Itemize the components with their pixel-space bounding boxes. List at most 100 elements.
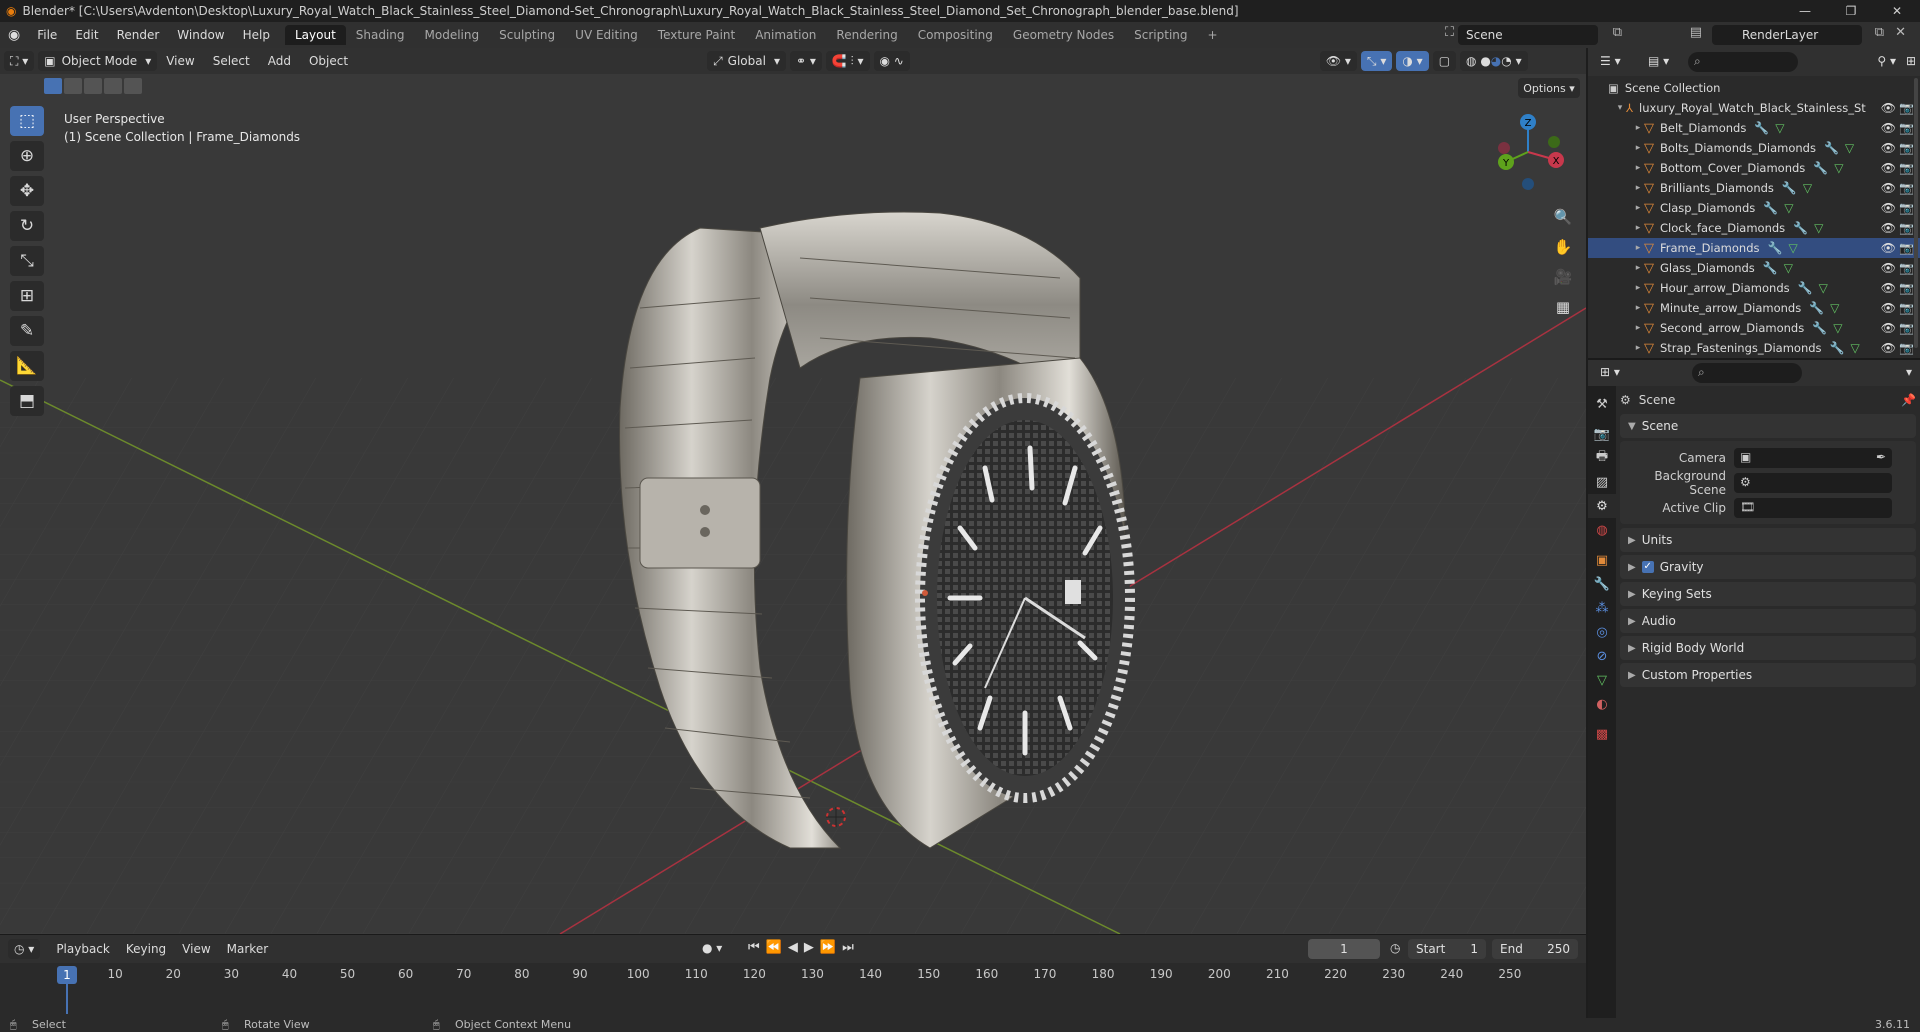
scene-field[interactable]: Scene xyxy=(1458,25,1598,45)
render-camera-icon[interactable]: 📷 xyxy=(1899,341,1914,355)
timeline-editor-type-button[interactable]: ◷ ▾ xyxy=(8,939,41,959)
new-scene-icon[interactable]: ⧉ xyxy=(1613,25,1622,40)
close-icon[interactable]: ✕ xyxy=(1874,0,1920,22)
zoom-view-icon[interactable]: 🔍 xyxy=(1550,204,1576,230)
mesh-data-icon[interactable]: ▽ xyxy=(1775,121,1784,135)
render-camera-icon[interactable]: 📷 xyxy=(1899,221,1914,235)
visibility-eye-icon[interactable]: 👁 xyxy=(1881,281,1896,295)
modifier-icon[interactable]: 🔧 xyxy=(1782,181,1797,195)
new-collection-icon[interactable]: ⊞ xyxy=(1906,54,1916,68)
expand-icon[interactable]: ▸ xyxy=(1632,123,1644,133)
scene-selector-icon[interactable]: ⛶ xyxy=(1445,25,1454,40)
visibility-eye-icon[interactable]: 👁 xyxy=(1881,101,1896,115)
render-camera-icon[interactable]: 📷 xyxy=(1899,321,1914,335)
remove-view-layer-icon[interactable]: ✕ xyxy=(1895,25,1906,40)
mesh-data-icon[interactable]: ▽ xyxy=(1834,161,1843,175)
menu-edit[interactable]: Edit xyxy=(66,28,107,42)
visibility-eye-icon[interactable]: 👁 xyxy=(1881,201,1896,215)
pan-view-icon[interactable]: ✋ xyxy=(1550,234,1576,260)
active-clip-field[interactable]: 🎞 xyxy=(1734,497,1892,518)
outliner-item[interactable]: ▸ ▽ Clasp_Diamonds 🔧 ▽ 👁 📷 xyxy=(1588,198,1920,218)
outliner-item[interactable]: ▸ ▽ Strap_Fastenings_Diamonds 🔧 ▽ 👁 📷 xyxy=(1588,338,1920,358)
tab-shading[interactable]: Shading xyxy=(346,25,415,45)
overlay-toggle[interactable]: ◑ ▾ xyxy=(1396,51,1429,71)
maximize-icon[interactable]: ❐ xyxy=(1828,0,1874,22)
transform-tool-icon[interactable]: ⊞ xyxy=(10,281,44,311)
visibility-dropdown[interactable]: 👁 ▾ xyxy=(1319,51,1357,71)
tab-rendering[interactable]: Rendering xyxy=(826,25,907,45)
tab-layout[interactable]: Layout xyxy=(284,25,346,45)
modifier-icon[interactable]: 🔧 xyxy=(1763,201,1778,215)
panel-scene-header[interactable]: ▼ Scene xyxy=(1620,414,1916,438)
outliner-item[interactable]: ▸ ▽ Bottom_Cover_Diamonds 🔧 ▽ 👁 📷 xyxy=(1588,158,1920,178)
shading-modes[interactable]: ◍ ● ◕ ◔ ▾ xyxy=(1460,51,1528,71)
render-camera-icon[interactable]: 📷 xyxy=(1899,101,1914,115)
chevron-down-icon[interactable]: ▾ xyxy=(1906,365,1912,379)
render-camera-icon[interactable]: 📷 xyxy=(1899,201,1914,215)
menu-window[interactable]: Window xyxy=(168,28,233,42)
add-workspace-icon[interactable]: + xyxy=(1198,25,1228,45)
menu-playback[interactable]: Playback xyxy=(48,942,118,956)
material-tab-icon[interactable]: ◐ xyxy=(1588,692,1616,716)
outliner-collection-row[interactable]: ▾ ⅄ luxury_Royal_Watch_Black_Stainless_S… xyxy=(1588,98,1920,118)
new-view-layer-icon[interactable]: ⧉ xyxy=(1875,25,1884,40)
render-camera-icon[interactable]: 📷 xyxy=(1899,121,1914,135)
panel-keying-sets-header[interactable]: ▶ Keying Sets xyxy=(1620,582,1916,606)
camera-view-icon[interactable]: 🎥 xyxy=(1550,264,1576,290)
panel-audio-header[interactable]: ▶ Audio xyxy=(1620,609,1916,633)
editor-type-button[interactable]: ⛶ ▾ xyxy=(4,51,35,71)
expand-icon[interactable]: ▸ xyxy=(1632,343,1644,353)
particles-tab-icon[interactable]: ⁂ xyxy=(1588,596,1616,620)
visibility-eye-icon[interactable]: 👁 xyxy=(1881,121,1896,135)
expand-icon[interactable]: ▸ xyxy=(1632,203,1644,213)
filter-icon[interactable]: ⚲ ▾ xyxy=(1877,54,1896,68)
pin-icon[interactable]: 📌 xyxy=(1901,393,1916,407)
constraints-tab-icon[interactable]: ⊘ xyxy=(1588,644,1616,668)
view-layer-tab-icon[interactable]: ▨ xyxy=(1588,470,1616,494)
playhead[interactable]: 1 xyxy=(57,966,77,984)
outliner-item[interactable]: ▸ ▽ Glass_Diamonds 🔧 ▽ 👁 📷 xyxy=(1588,258,1920,278)
expand-icon[interactable]: ▸ xyxy=(1632,263,1644,273)
expand-icon[interactable]: ▾ xyxy=(1614,103,1626,113)
texture-tab-icon[interactable]: ▩ xyxy=(1588,722,1616,746)
expand-icon[interactable]: ▸ xyxy=(1632,283,1644,293)
tab-geometry-nodes[interactable]: Geometry Nodes xyxy=(1003,25,1124,45)
modifier-icon[interactable]: 🔧 xyxy=(1812,321,1827,335)
render-camera-icon[interactable]: 📷 xyxy=(1899,281,1914,295)
camera-field[interactable]: ▣ ✒ xyxy=(1734,447,1892,468)
snap-toggle[interactable]: 🧲 ⫶ ▾ xyxy=(825,51,870,71)
gizmo-toggle[interactable]: ⤡ ▾ xyxy=(1360,51,1393,71)
mesh-data-icon[interactable]: ▽ xyxy=(1845,141,1854,155)
expand-icon[interactable]: ▸ xyxy=(1632,223,1644,233)
menu-marker[interactable]: Marker xyxy=(219,942,276,956)
timeline-editor[interactable]: ◷ ▾ Playback Keying View Marker ● ▾ ⏮⏪◀▶… xyxy=(0,934,1586,1018)
menu-file[interactable]: File xyxy=(28,28,66,42)
select-invert-icon[interactable] xyxy=(104,78,122,94)
mesh-data-icon[interactable]: ▽ xyxy=(1803,181,1812,195)
properties-editor-type-icon[interactable]: ⊞ ▾ xyxy=(1600,365,1620,379)
properties-editor[interactable]: ⊞ ▾ ⌕ ▾ ⚒ 📷 🖶 ▨ ⚙ ◍ ▣ 🔧 ⁂ ◎ ⊘ ▽ ◐ ▩ ⚙ Sc… xyxy=(1588,358,1920,1020)
mesh-data-icon[interactable]: ▽ xyxy=(1833,321,1842,335)
visibility-eye-icon[interactable]: 👁 xyxy=(1881,241,1896,255)
mesh-data-icon[interactable]: ▽ xyxy=(1784,201,1793,215)
render-camera-icon[interactable]: 📷 xyxy=(1899,141,1914,155)
scene-tab-icon[interactable]: ⚙ xyxy=(1588,494,1616,518)
menu-add[interactable]: Add xyxy=(259,54,300,68)
mesh-data-icon[interactable]: ▽ xyxy=(1814,221,1823,235)
display-mode-icon[interactable]: ▤ ▾ xyxy=(1648,54,1669,68)
modifier-icon[interactable]: 🔧 xyxy=(1754,121,1769,135)
tool-tab-icon[interactable]: ⚒ xyxy=(1588,392,1616,416)
current-frame-field[interactable]: 1 xyxy=(1308,939,1380,959)
cursor-tool-icon[interactable]: ⊕ xyxy=(10,141,44,171)
pivot-point-button[interactable]: ⚭ ▾ xyxy=(789,51,822,71)
panel-rigid-body-world-header[interactable]: ▶ Rigid Body World xyxy=(1620,636,1916,660)
playback-controls[interactable]: ⏮⏪◀▶⏩⏭ xyxy=(748,940,860,955)
outliner-scene-collection[interactable]: ▣ Scene Collection xyxy=(1588,78,1920,98)
select-subtract-icon[interactable] xyxy=(84,78,102,94)
tab-sculpting[interactable]: Sculpting xyxy=(489,25,565,45)
measure-tool-icon[interactable]: 📐 xyxy=(10,351,44,381)
transform-orientation-dropdown[interactable]: ⤢ Global ▾ xyxy=(707,51,786,71)
scale-tool-icon[interactable]: ⤡ xyxy=(10,246,44,276)
menu-help[interactable]: Help xyxy=(234,28,279,42)
select-new-icon[interactable] xyxy=(44,78,62,94)
